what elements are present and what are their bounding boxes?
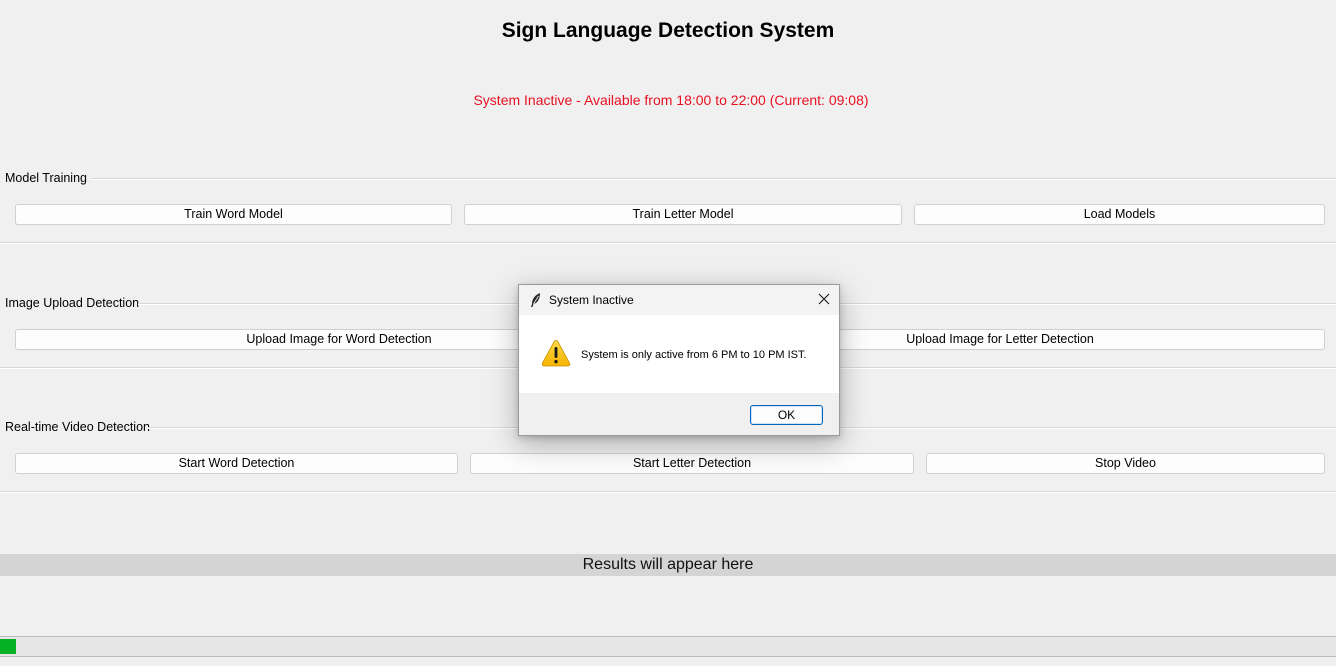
section-label-image-upload: Image Upload Detection bbox=[5, 296, 140, 310]
app-title: Sign Language Detection System bbox=[501, 19, 835, 42]
dialog-body: System is only active from 6 PM to 10 PM… bbox=[519, 315, 839, 393]
load-models-button[interactable]: Load Models bbox=[914, 204, 1325, 225]
stop-video-button[interactable]: Stop Video bbox=[926, 453, 1325, 474]
ok-button[interactable]: OK bbox=[750, 405, 823, 425]
start-word-detection-button[interactable]: Start Word Detection bbox=[15, 453, 458, 474]
dialog-title: System Inactive bbox=[549, 293, 634, 307]
section-divider bbox=[0, 491, 1336, 493]
progress-bar bbox=[0, 636, 1336, 657]
train-letter-model-button[interactable]: Train Letter Model bbox=[464, 204, 902, 225]
close-icon[interactable] bbox=[815, 290, 833, 308]
start-letter-detection-button[interactable]: Start Letter Detection bbox=[470, 453, 914, 474]
section-divider bbox=[0, 242, 1336, 244]
train-word-model-button[interactable]: Train Word Model bbox=[15, 204, 452, 225]
section-label-video-detection: Real-time Video Detection bbox=[5, 420, 150, 434]
dialog-footer: OK bbox=[519, 393, 839, 435]
feather-icon bbox=[529, 292, 543, 308]
results-label: Results will appear here bbox=[0, 554, 1336, 576]
section-divider bbox=[90, 178, 1336, 180]
system-status-text: System Inactive - Available from 18:00 t… bbox=[473, 92, 869, 108]
warning-icon bbox=[541, 339, 571, 367]
progress-bar-fill bbox=[0, 639, 16, 654]
dialog-titlebar[interactable]: System Inactive bbox=[519, 285, 839, 315]
section-label-model-training: Model Training bbox=[5, 171, 87, 185]
system-inactive-dialog: System Inactive System is only active fr bbox=[518, 284, 840, 436]
dialog-message: System is only active from 6 PM to 10 PM… bbox=[581, 349, 807, 361]
